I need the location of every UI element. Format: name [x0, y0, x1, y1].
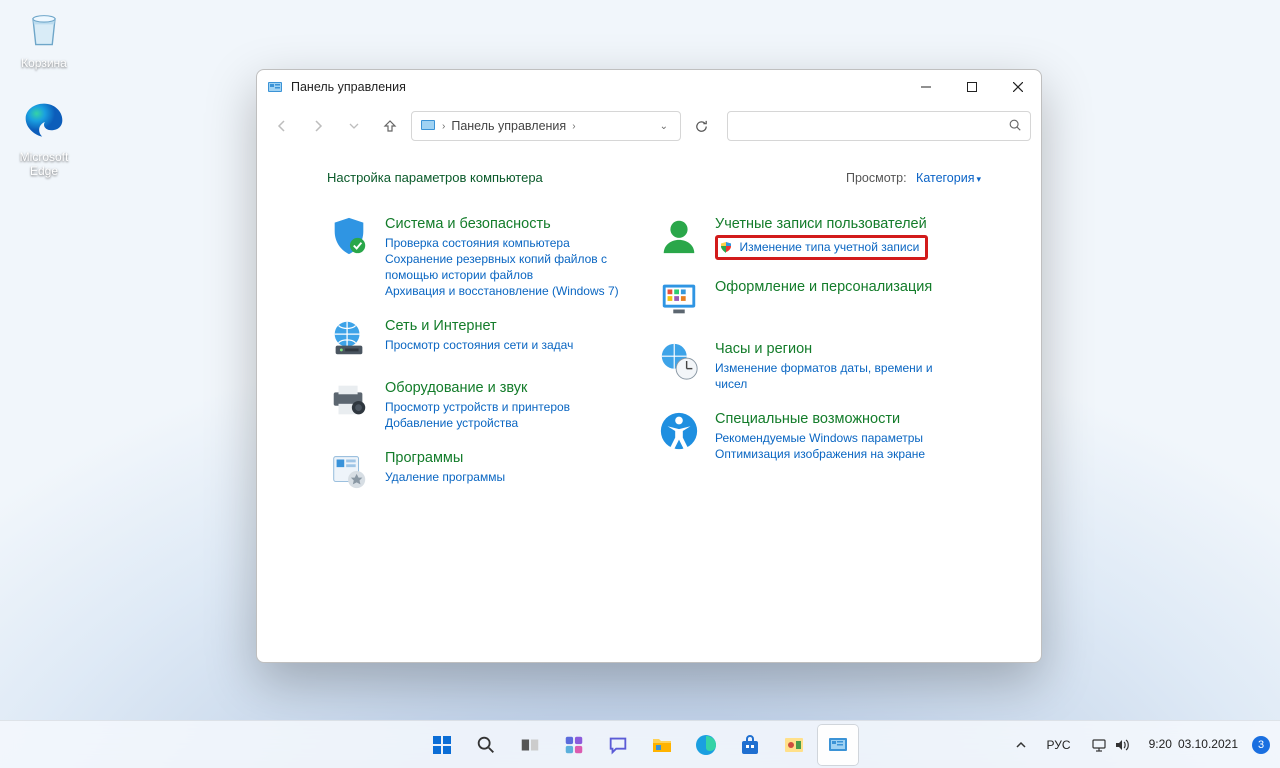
- up-button[interactable]: [375, 111, 405, 141]
- taskbar-edge[interactable]: [686, 725, 726, 765]
- maximize-button[interactable]: [949, 70, 995, 104]
- control-panel-window: Панель управления › Панель управления › …: [256, 69, 1042, 663]
- category-system-security: Система и безопасность Проверка состояни…: [327, 215, 627, 299]
- edge-icon: [20, 98, 68, 146]
- content-area: Настройка параметров компьютера Просмотр…: [257, 148, 1041, 662]
- tray-clock[interactable]: 9:20 03.10.2021: [1143, 734, 1244, 756]
- category-accessibility: Специальные возможности Рекомендуемые Wi…: [657, 410, 957, 462]
- category-link[interactable]: Рекомендуемые Windows параметры: [715, 430, 957, 446]
- category-title[interactable]: Специальные возможности: [715, 411, 900, 427]
- highlighted-link: Изменение типа учетной записи: [715, 235, 928, 261]
- forward-button[interactable]: [303, 111, 333, 141]
- taskbar-control-panel[interactable]: [818, 725, 858, 765]
- back-button[interactable]: [267, 111, 297, 141]
- taskbar-search[interactable]: [466, 725, 506, 765]
- category-title[interactable]: Система и безопасность: [385, 216, 551, 232]
- address-bar[interactable]: › Панель управления › ⌄: [411, 111, 681, 141]
- tray-network-volume[interactable]: [1085, 733, 1135, 757]
- category-title[interactable]: Часы и регион: [715, 341, 812, 357]
- category-title[interactable]: Оборудование и звук: [385, 380, 527, 396]
- view-by: Просмотр: Категория▾: [846, 171, 981, 185]
- printer-icon: [327, 379, 371, 423]
- category-hardware-sound: Оборудование и звук Просмотр устройств и…: [327, 379, 627, 431]
- desktop-icon-label: Microsoft Edge: [6, 150, 82, 178]
- category-title[interactable]: Сеть и Интернет: [385, 318, 497, 334]
- tray-time: 9:20: [1149, 738, 1172, 752]
- tray-notification-badge[interactable]: 3: [1252, 736, 1270, 754]
- category-link[interactable]: Проверка состояния компьютера: [385, 235, 627, 251]
- navigation-toolbar: › Панель управления › ⌄: [257, 104, 1041, 148]
- category-link[interactable]: Добавление устройства: [385, 415, 627, 431]
- start-button[interactable]: [422, 725, 462, 765]
- volume-icon: [1113, 737, 1129, 753]
- desktop-icon-recycle-bin[interactable]: Корзина: [6, 4, 82, 70]
- taskbar-app-1[interactable]: [774, 725, 814, 765]
- programs-icon: [327, 449, 371, 493]
- category-title[interactable]: Учетные записи пользователей: [715, 216, 927, 232]
- chevron-right-icon: ›: [442, 121, 445, 132]
- desktop-icon-label: Корзина: [6, 56, 82, 70]
- taskbar-file-explorer[interactable]: [642, 725, 682, 765]
- tray-overflow[interactable]: [1009, 735, 1033, 755]
- category-programs: Программы Удаление программы: [327, 449, 627, 493]
- recycle-bin-icon: [20, 4, 68, 52]
- category-link[interactable]: Просмотр устройств и принтеров: [385, 399, 627, 415]
- window-title: Панель управления: [291, 80, 406, 94]
- category-link[interactable]: Архивация и восстановление (Windows 7): [385, 283, 627, 299]
- page-heading: Настройка параметров компьютера: [327, 170, 543, 185]
- view-by-dropdown[interactable]: Категория▾: [916, 171, 981, 185]
- category-user-accounts: Учетные записи пользователей Изменение т…: [657, 215, 957, 260]
- category-title[interactable]: Программы: [385, 450, 463, 466]
- address-dropdown[interactable]: ⌄: [656, 121, 672, 132]
- shield-icon: [327, 215, 371, 259]
- clock-globe-icon: [657, 340, 701, 384]
- category-link[interactable]: Сохранение резервных копий файлов с помо…: [385, 251, 627, 283]
- recent-dropdown[interactable]: [339, 111, 369, 141]
- tray-date: 03.10.2021: [1178, 738, 1238, 752]
- user-icon: [657, 215, 701, 259]
- category-appearance-personalization: Оформление и персонализация: [657, 278, 957, 322]
- uac-shield-icon: [720, 241, 732, 253]
- search-box[interactable]: [727, 111, 1031, 141]
- monitor-icon: [657, 278, 701, 322]
- category-link[interactable]: Оптимизация изображения на экране: [715, 446, 957, 462]
- taskbar-chat[interactable]: [598, 725, 638, 765]
- chevron-right-icon: ›: [572, 121, 575, 132]
- category-clock-region: Часы и регион Изменение форматов даты, в…: [657, 340, 957, 392]
- accessibility-icon: [657, 410, 701, 454]
- category-link[interactable]: Изменение форматов даты, времени и чисел: [715, 360, 957, 392]
- close-button[interactable]: [995, 70, 1041, 104]
- control-panel-icon: [267, 79, 283, 95]
- search-input[interactable]: [736, 119, 1008, 133]
- control-panel-icon: [420, 117, 436, 136]
- search-icon[interactable]: [1008, 118, 1022, 135]
- view-by-label: Просмотр:: [846, 171, 907, 185]
- taskbar: РУС 9:20 03.10.2021 3: [0, 720, 1280, 768]
- category-link[interactable]: Удаление программы: [385, 469, 627, 485]
- category-network-internet: Сеть и Интернет Просмотр состояния сети …: [327, 317, 627, 361]
- taskbar-store[interactable]: [730, 725, 770, 765]
- refresh-button[interactable]: [687, 112, 715, 140]
- taskbar-widgets[interactable]: [554, 725, 594, 765]
- taskbar-taskview[interactable]: [510, 725, 550, 765]
- category-title[interactable]: Оформление и персонализация: [715, 279, 932, 295]
- titlebar: Панель управления: [257, 70, 1041, 104]
- category-link[interactable]: Просмотр состояния сети и задач: [385, 337, 627, 353]
- category-link-change-account-type[interactable]: Изменение типа учетной записи: [739, 240, 919, 254]
- network-icon: [1091, 737, 1107, 753]
- tray-language[interactable]: РУС: [1041, 734, 1077, 756]
- desktop-icon-edge[interactable]: Microsoft Edge: [6, 98, 82, 178]
- breadcrumb-item[interactable]: Панель управления: [451, 119, 566, 133]
- minimize-button[interactable]: [903, 70, 949, 104]
- system-tray: РУС 9:20 03.10.2021 3: [1009, 733, 1270, 757]
- globe-icon: [327, 317, 371, 361]
